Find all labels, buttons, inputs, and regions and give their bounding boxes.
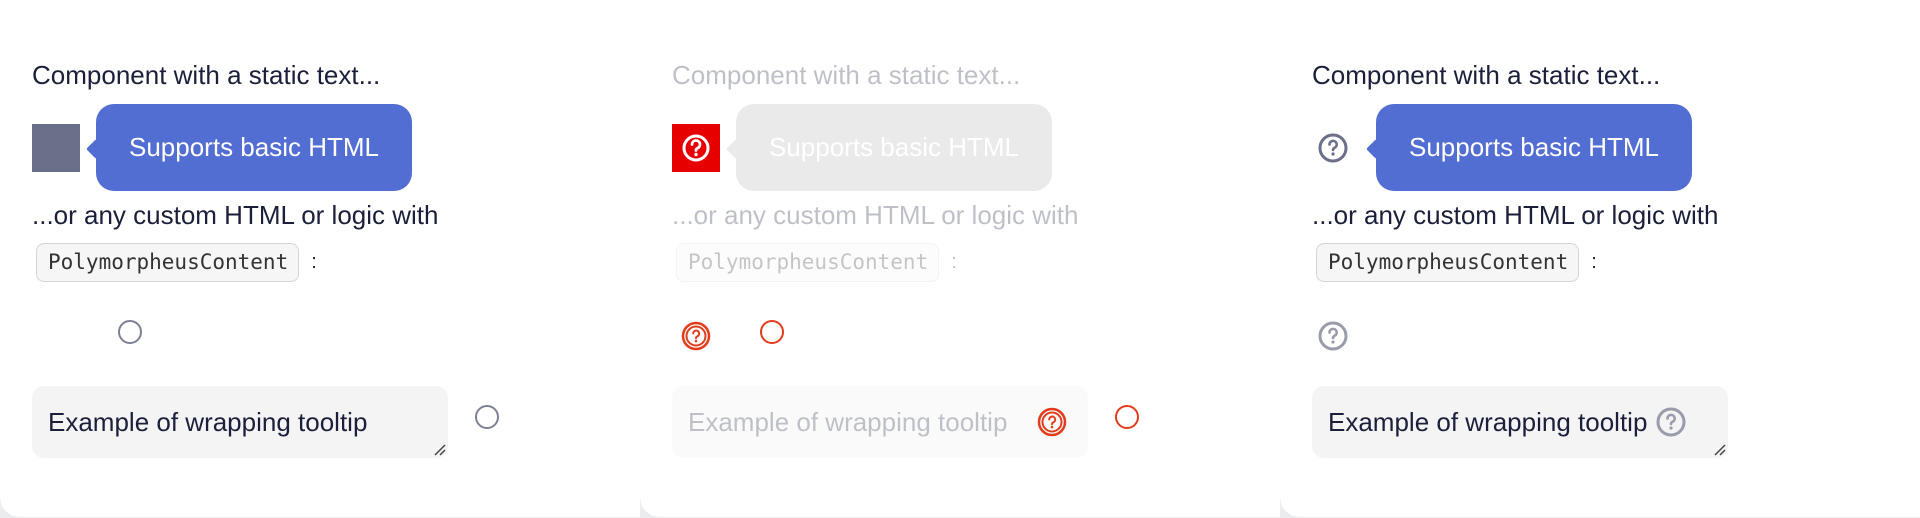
- custom-content-label: ...or any custom HTML or logic with: [32, 200, 439, 230]
- code-polymorpheus-content: PolymorpheusContent: [36, 243, 300, 282]
- code-row: PolymorpheusContent :: [1316, 243, 1597, 282]
- ring-icon[interactable]: [475, 405, 499, 429]
- wrapping-tooltip-textarea[interactable]: Example of wrapping tooltip: [1312, 386, 1728, 458]
- question-circle-icon[interactable]: [1655, 406, 1687, 438]
- custom-content-label: ...or any custom HTML or logic with: [672, 200, 1079, 230]
- question-circle-icon[interactable]: [680, 320, 712, 352]
- tooltip-anchor-highlighted[interactable]: [672, 124, 720, 172]
- code-row: PolymorpheusContent :: [36, 243, 317, 282]
- wrapping-tooltip-textarea[interactable]: Example of wrapping tooltip: [32, 386, 448, 458]
- colon-text: :: [311, 251, 317, 273]
- resize-handle-icon[interactable]: [1712, 442, 1726, 456]
- tooltip-hint-bubble: Supports basic HTML: [1376, 104, 1692, 191]
- code-row: PolymorpheusContent :: [676, 243, 957, 282]
- question-circle-icon[interactable]: [1317, 132, 1349, 164]
- tooltip-anchor-placeholder[interactable]: [32, 124, 80, 172]
- colon-text: :: [951, 251, 957, 273]
- ring-icon[interactable]: [118, 320, 142, 344]
- code-polymorpheus-content: PolymorpheusContent: [1316, 243, 1580, 282]
- demo-panel-left: Component with a static text... Supports…: [0, 0, 640, 517]
- question-circle-icon[interactable]: [1317, 320, 1349, 352]
- textarea-value: Example of wrapping tooltip: [688, 406, 1008, 437]
- static-text-label: Component with a static text...: [672, 60, 1021, 90]
- demo-panel-middle: Component with a static text... Supports…: [640, 0, 1280, 517]
- resize-handle-icon[interactable]: [432, 442, 446, 456]
- static-text-label: Component with a static text...: [32, 60, 381, 90]
- textarea-value: Example of wrapping tooltip: [48, 406, 368, 437]
- ring-icon[interactable]: [1115, 405, 1139, 429]
- demo-panel-right: Component with a static text... Supports…: [1280, 0, 1920, 517]
- custom-content-label: ...or any custom HTML or logic with: [1312, 200, 1719, 230]
- textarea-value: Example of wrapping tooltip: [1328, 406, 1648, 437]
- question-circle-icon[interactable]: [1036, 406, 1068, 438]
- wrapping-tooltip-textarea[interactable]: Example of wrapping tooltip: [672, 386, 1088, 458]
- static-text-label: Component with a static text...: [1312, 60, 1661, 90]
- ring-icon[interactable]: [760, 320, 784, 344]
- tooltip-hint-bubble: Supports basic HTML: [96, 104, 412, 191]
- colon-text: :: [1591, 251, 1597, 273]
- tooltip-hint-bubble: Supports basic HTML: [736, 104, 1052, 191]
- code-polymorpheus-content: PolymorpheusContent: [676, 243, 940, 282]
- question-circle-icon: [682, 134, 710, 162]
